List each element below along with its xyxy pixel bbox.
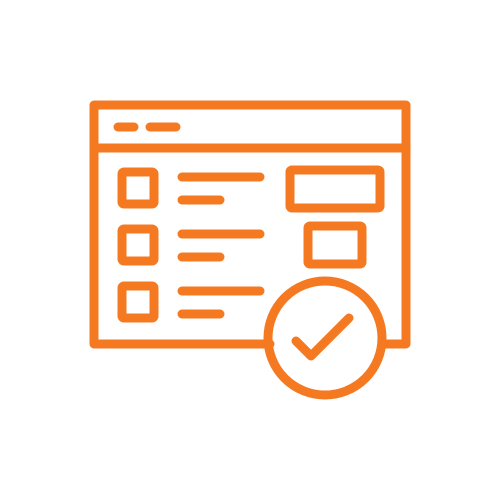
checkbox-icon — [117, 167, 159, 209]
field-box — [303, 221, 367, 269]
checklist-window-approved-icon — [89, 100, 411, 400]
checkbox-icon — [117, 281, 159, 323]
checkmark-icon — [291, 313, 354, 361]
checkbox-icon — [117, 224, 159, 266]
field-box — [285, 165, 385, 213]
icon-canvas — [0, 0, 500, 500]
